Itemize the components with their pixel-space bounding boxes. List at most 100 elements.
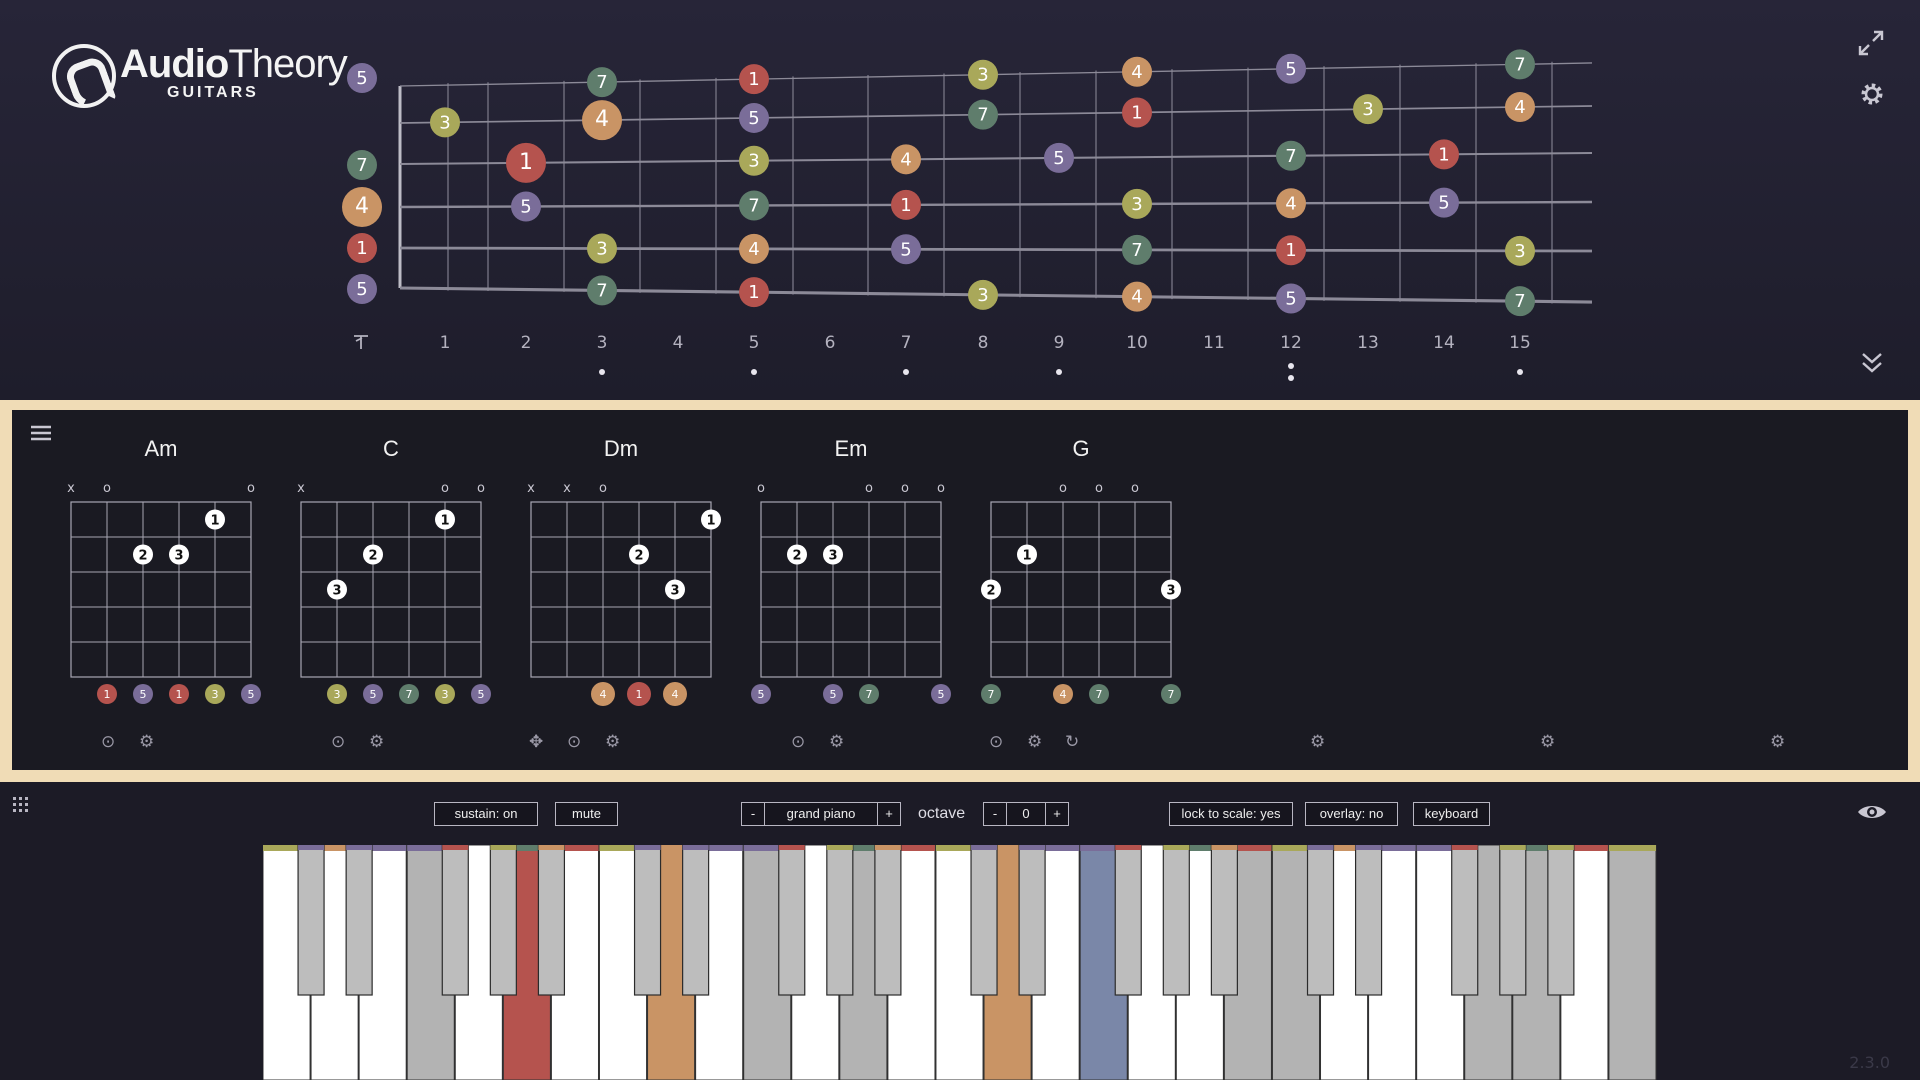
move-icon[interactable]: ✥ (529, 732, 543, 752)
scale-note[interactable]: 1 (347, 233, 377, 263)
instrument-next-button[interactable]: + (877, 802, 901, 826)
scale-note[interactable]: 4 (1122, 281, 1152, 312)
chord-card[interactable]: Dm x x o 1 2 3 4 1 4 ✥ ⊙ ⚙ (521, 410, 721, 770)
expand-icon[interactable] (1856, 28, 1886, 58)
black-key[interactable] (441, 845, 469, 996)
scale-note[interactable]: 4 (739, 233, 769, 264)
scale-note[interactable]: 5 (739, 102, 769, 133)
empty-slot-settings-icon[interactable]: ⚙ (1310, 732, 1325, 752)
scale-note[interactable]: 7 (739, 190, 769, 221)
sustain-button[interactable]: sustain: on (434, 802, 538, 826)
scale-note[interactable]: 1 (739, 277, 769, 308)
scale-note[interactable]: 4 (1122, 56, 1152, 87)
scale-note[interactable]: 7 (587, 67, 617, 98)
eye-icon[interactable] (1856, 801, 1888, 823)
black-key[interactable] (1451, 845, 1479, 996)
black-key[interactable] (682, 845, 710, 996)
loop-icon[interactable]: ↻ (1065, 732, 1079, 752)
black-key[interactable] (970, 845, 998, 996)
scale-note[interactable]: 7 (968, 99, 998, 130)
black-key[interactable] (778, 845, 806, 996)
lock-to-scale-button[interactable]: lock to scale: yes (1169, 802, 1293, 826)
grid-icon[interactable] (12, 796, 30, 814)
chord-card[interactable]: Am x o o 1 2 3 1 5 1 3 5 ⊙ ⚙ (61, 410, 261, 770)
scale-note[interactable]: 7 (347, 150, 377, 180)
overlay-button[interactable]: overlay: no (1305, 802, 1398, 826)
mute-button[interactable]: mute (555, 802, 618, 826)
scale-note[interactable]: 1 (1122, 97, 1152, 128)
scale-note[interactable]: 5 (891, 234, 921, 265)
black-key[interactable] (537, 845, 566, 996)
settings-icon[interactable]: ⚙ (139, 732, 154, 752)
double-chevron-down-icon[interactable] (1860, 350, 1884, 376)
white-key[interactable] (1608, 845, 1657, 1080)
scale-note[interactable]: 5 (347, 274, 377, 304)
scale-note[interactable]: 3 (1505, 235, 1535, 266)
scale-note[interactable]: 1 (1429, 139, 1459, 170)
scale-note[interactable]: 4 (1505, 92, 1535, 122)
scale-note[interactable]: 4 (342, 187, 382, 227)
scale-note[interactable]: 3 (587, 233, 617, 264)
empty-slot-settings-icon[interactable]: ⚙ (1540, 732, 1555, 752)
scale-note[interactable]: 3 (1122, 188, 1152, 219)
black-key[interactable] (874, 845, 902, 996)
black-key[interactable] (1114, 845, 1142, 996)
keyboard-button[interactable]: keyboard (1413, 802, 1490, 826)
scale-note[interactable]: 4 (891, 144, 921, 175)
chord-card[interactable]: Em o o o o 2 3 5 5 7 5 ⊙ ⚙ (751, 410, 951, 770)
scale-note[interactable]: 7 (1276, 140, 1306, 171)
octave-down-button[interactable]: - (983, 802, 1007, 826)
play-icon[interactable]: ⊙ (567, 732, 581, 752)
scale-note[interactable]: 3 (968, 59, 998, 90)
scale-note[interactable]: 5 (1429, 187, 1459, 218)
black-key[interactable] (297, 845, 325, 996)
scale-note[interactable]: 4 (582, 100, 622, 141)
black-key[interactable] (489, 845, 517, 996)
empty-slot-settings-icon[interactable]: ⚙ (1770, 732, 1785, 752)
scale-note[interactable]: 3 (430, 107, 460, 138)
play-icon[interactable]: ⊙ (331, 732, 345, 752)
scale-note[interactable]: 5 (1276, 53, 1306, 84)
settings-icon[interactable]: ⚙ (369, 732, 384, 752)
scale-note[interactable]: 5 (1044, 142, 1074, 173)
hamburger-menu-icon[interactable] (30, 424, 52, 442)
scale-note[interactable]: 7 (1122, 234, 1152, 265)
play-icon[interactable]: ⊙ (101, 732, 115, 752)
black-key[interactable] (1162, 845, 1190, 996)
scale-note[interactable]: 7 (587, 275, 617, 306)
gear-icon[interactable] (1858, 80, 1886, 108)
scale-note[interactable]: 7 (1505, 286, 1535, 317)
scale-note[interactable]: 5 (1276, 283, 1306, 314)
fretboard[interactable]: 1 2 3 4 5 6 7 8 9 10 11 12 13 14 155 7 1 3 4 5 73 4 5 7 1 3 47 1 3 4 5… (0, 0, 1920, 400)
scale-note[interactable]: 5 (347, 63, 377, 93)
play-icon[interactable]: ⊙ (791, 732, 805, 752)
scale-note[interactable]: 4 (1276, 188, 1306, 219)
black-key[interactable] (1547, 845, 1575, 996)
scale-note[interactable]: 1 (891, 189, 921, 220)
scale-note[interactable]: 3 (968, 279, 998, 310)
black-key[interactable] (826, 845, 854, 996)
scale-note[interactable]: 1 (739, 64, 769, 95)
instrument-prev-button[interactable]: - (741, 802, 765, 826)
scale-note[interactable]: 5 (511, 191, 541, 222)
black-key[interactable] (1354, 845, 1383, 996)
tuning-icon[interactable] (354, 335, 368, 349)
settings-icon[interactable]: ⚙ (829, 732, 844, 752)
piano-keyboard[interactable] (263, 845, 1657, 1080)
black-key[interactable] (1210, 845, 1238, 996)
play-icon[interactable]: ⊙ (989, 732, 1003, 752)
black-key[interactable] (1018, 845, 1046, 996)
scale-note[interactable]: 1 (1276, 235, 1306, 266)
scale-note[interactable]: 1 (506, 142, 546, 183)
settings-icon[interactable]: ⚙ (605, 732, 620, 752)
black-key[interactable] (1499, 845, 1527, 996)
black-key[interactable] (1306, 845, 1335, 996)
scale-note[interactable]: 7 (1505, 49, 1535, 80)
instrument-select[interactable]: grand piano (764, 802, 878, 826)
chord-card[interactable]: Go o o 1 2 3 7 4 7 7 ⊙ ⚙ ↻ (981, 410, 1181, 770)
black-key[interactable] (345, 845, 373, 996)
octave-up-button[interactable]: + (1045, 802, 1069, 826)
settings-icon[interactable]: ⚙ (1027, 732, 1042, 752)
scale-note[interactable]: 3 (1353, 94, 1383, 125)
scale-note[interactable]: 3 (739, 145, 769, 176)
